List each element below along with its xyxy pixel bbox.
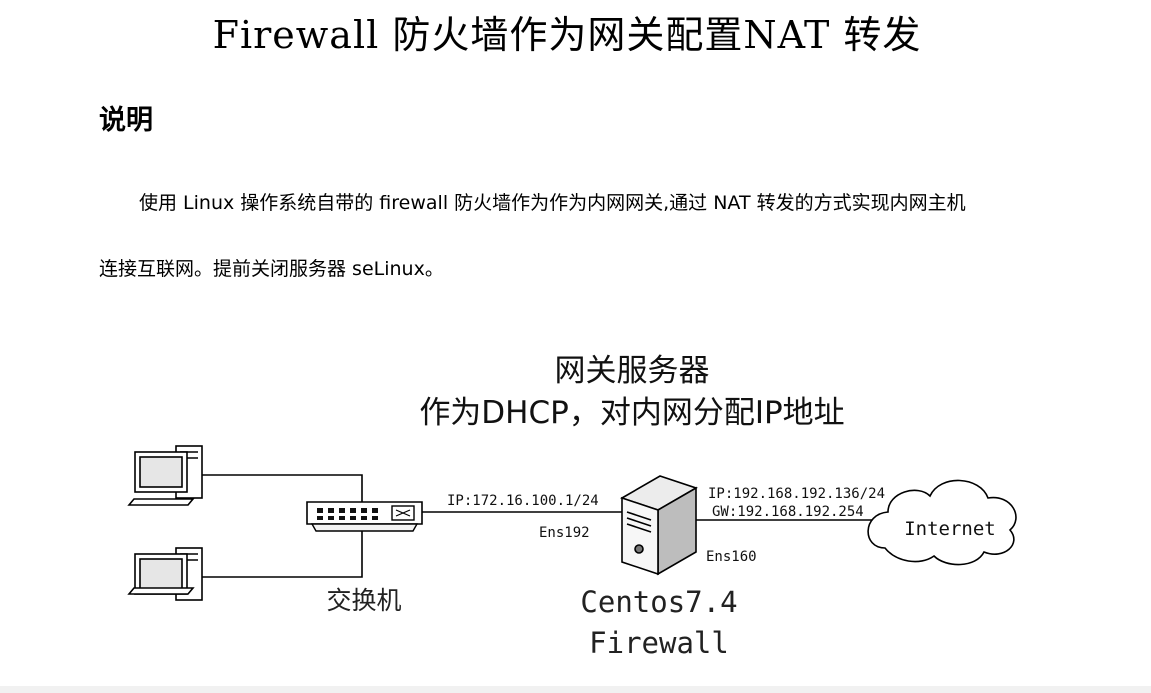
- inner-interface-label: Ens192: [539, 525, 590, 541]
- paragraph-line-2: 连接互联网。提前关闭服务器 seLinux。: [99, 258, 444, 280]
- diagram-header-line-1: 网关服务器: [555, 353, 710, 389]
- outer-ip-label: IP:192.168.192.136/24: [708, 486, 885, 502]
- bottom-divider: [0, 686, 1151, 693]
- pc-icon: [127, 445, 203, 506]
- switch-icon: [306, 501, 423, 532]
- server-icon: [620, 475, 698, 576]
- network-diagram: 网关服务器 作为DHCP，对内网分配IP地址 交换机 Centos7.4 Fir…: [127, 353, 1017, 660]
- document-title: Firewall 防火墙作为网关配置NAT 转发: [212, 13, 922, 57]
- section-heading: 说明: [99, 105, 153, 136]
- diagram-header-line-2: 作为DHCP，对内网分配IP地址: [419, 395, 844, 431]
- pc-icon: [127, 547, 203, 601]
- switch-label: 交换机: [326, 586, 401, 615]
- outer-gateway-label: GW:192.168.192.254: [712, 504, 864, 520]
- internet-label: Internet: [904, 518, 996, 540]
- inner-ip-label: IP:172.16.100.1/24: [447, 493, 599, 509]
- server-name-label: Centos7.4: [580, 585, 737, 619]
- firewall-label: Firewall: [589, 626, 729, 660]
- paragraph-line-1: 使用 Linux 操作系统自带的 firewall 防火墙作为作为内网网关,通过…: [139, 192, 966, 214]
- outer-interface-label: Ens160: [706, 549, 757, 565]
